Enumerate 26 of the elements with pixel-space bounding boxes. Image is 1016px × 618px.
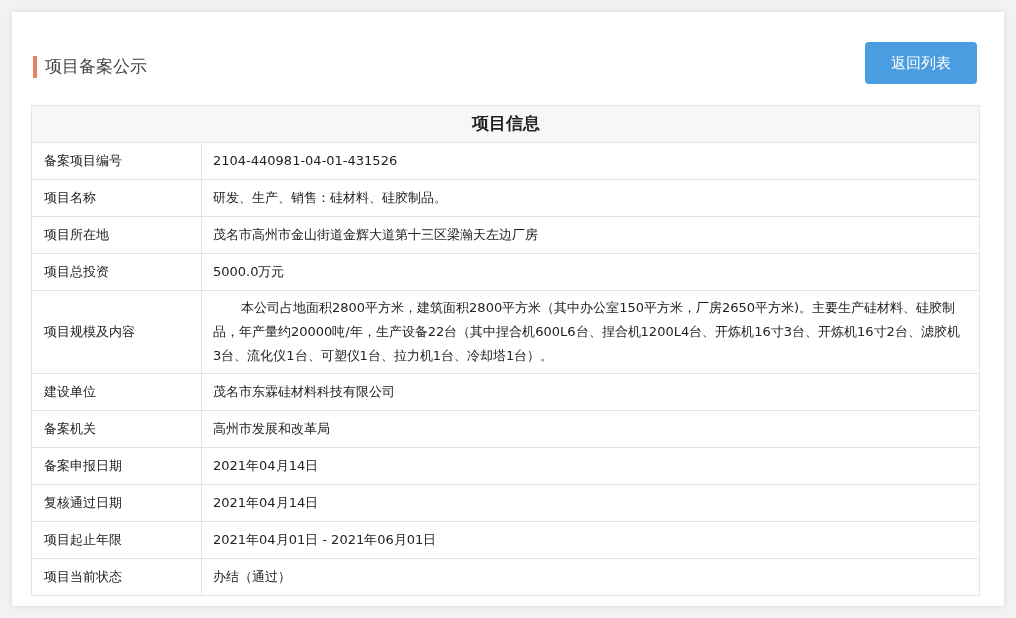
back-to-list-button[interactable]: 返回列表 <box>865 42 977 84</box>
table-heading: 项目信息 <box>32 106 979 142</box>
title-accent-bar <box>33 55 37 78</box>
field-label: 项目起止年限 <box>32 522 202 558</box>
field-label: 项目当前状态 <box>32 559 202 595</box>
field-value: 5000.0万元 <box>212 263 286 281</box>
field-label: 备案申报日期 <box>32 448 202 484</box>
field-label: 项目所在地 <box>32 217 202 253</box>
page-title: 项目备案公示 <box>45 55 147 78</box>
field-label: 备案项目编号 <box>32 143 202 179</box>
field-value: 茂名市东霖硅材料科技有限公司 <box>212 383 396 401</box>
field-value: 2021年04月14日 <box>212 457 320 475</box>
field-label: 项目总投资 <box>32 254 202 290</box>
field-value: 2021年04月01日 - 2021年06月01日 <box>212 531 438 549</box>
field-value: 办结（通过） <box>212 568 292 586</box>
field-value: 茂名市高州市金山街道金辉大道第十三区梁瀚天左边厂房 <box>212 226 539 244</box>
field-label: 复核通过日期 <box>32 485 202 521</box>
field-value: 2104-440981-04-01-431526 <box>212 152 399 170</box>
field-label: 项目名称 <box>32 180 202 216</box>
field-value: 本公司占地面积2800平方米，建筑面积2800平方米（其中办公室150平方米，厂房2650平方米)。主要生产硅材料、硅胶制品，年产量约20000吨/年，生产设备22台（其中捏合机600L6台、捏合机1200L4台、开炼机16寸3台、开炼机16寸2台、滤胶机3台、流化仪1台、可塑仪1台、拉力机1台、冷却塔1台）。 <box>212 299 961 365</box>
field-value: 2021年04月14日 <box>212 494 320 512</box>
field-value: 研发、生产、销售：硅材料、硅胶制品。 <box>212 189 448 207</box>
field-label: 建设单位 <box>32 374 202 410</box>
field-label: 备案机关 <box>32 411 202 447</box>
field-value: 高州市发展和改革局 <box>212 420 331 438</box>
field-label: 项目规模及内容 <box>32 291 202 373</box>
